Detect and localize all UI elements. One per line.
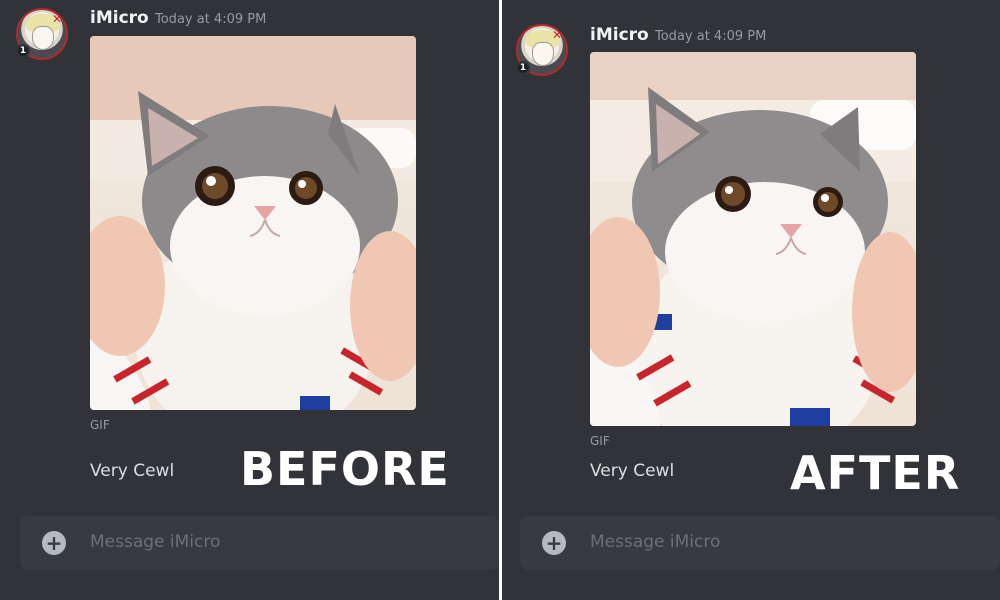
avatar-status-badge: 1 bbox=[516, 61, 530, 75]
gif-label: GIF bbox=[90, 418, 110, 432]
avatar-face bbox=[32, 26, 54, 50]
message-compose-bar[interactable]: + Message iMicro bbox=[520, 516, 1000, 570]
plus-circle-icon[interactable]: + bbox=[542, 531, 566, 555]
after-panel: ✕ 1 iMicro Today at 4:09 PM GIF Very Cew… bbox=[502, 0, 1000, 600]
message-timestamp: Today at 4:09 PM bbox=[155, 12, 267, 27]
message-compose-bar[interactable]: + Message iMicro bbox=[20, 516, 499, 570]
overlay-label: BEFORE bbox=[240, 442, 450, 496]
before-panel: ✕ 1 iMicro Today at 4:09 PM GIF Very Cew… bbox=[0, 0, 499, 600]
avatar-mark-icon: ✕ bbox=[551, 28, 562, 42]
avatar-status-badge: 1 bbox=[16, 44, 30, 58]
message-text: Very Cewl bbox=[590, 461, 675, 481]
cat-gif-before bbox=[90, 36, 416, 410]
message-text: Very Cewl bbox=[90, 461, 175, 481]
gif-label: GIF bbox=[590, 434, 610, 448]
username[interactable]: iMicro bbox=[590, 25, 649, 45]
compose-placeholder[interactable]: Message iMicro bbox=[590, 532, 720, 552]
cat-gif-after bbox=[590, 52, 916, 426]
message-timestamp: Today at 4:09 PM bbox=[655, 29, 767, 44]
avatar-face bbox=[532, 42, 554, 66]
avatar-mark-icon: ✕ bbox=[51, 12, 62, 26]
username[interactable]: iMicro bbox=[90, 8, 149, 28]
plus-circle-icon[interactable]: + bbox=[42, 531, 66, 555]
gif-image[interactable] bbox=[90, 36, 416, 410]
compose-placeholder[interactable]: Message iMicro bbox=[90, 532, 220, 552]
gif-image[interactable] bbox=[590, 52, 916, 426]
overlay-label: AFTER bbox=[790, 446, 961, 500]
